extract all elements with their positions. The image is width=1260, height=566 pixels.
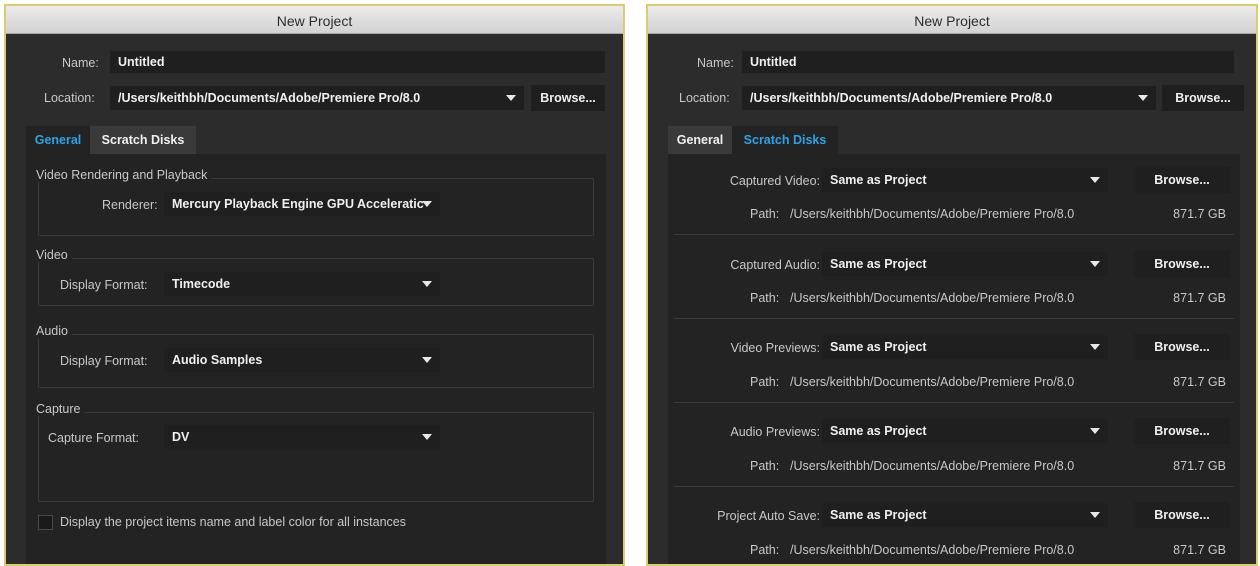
audio-previews-browse-button[interactable]: Browse... bbox=[1134, 418, 1230, 444]
captured-audio-label: Captured Audio: bbox=[730, 258, 820, 272]
video-previews-value: Same as Project bbox=[830, 340, 927, 354]
divider bbox=[674, 318, 1234, 319]
tab-scratch-disks[interactable]: Scratch Disks bbox=[732, 126, 838, 154]
triangle-down-icon bbox=[1090, 261, 1100, 267]
group-title: Video Rendering and Playback bbox=[36, 168, 212, 182]
capture-format-dropdown[interactable]: DV bbox=[164, 425, 440, 449]
renderer-value: Mercury Playback Engine GPU Acceleratic bbox=[172, 197, 424, 211]
display-items-checkbox[interactable] bbox=[38, 515, 53, 530]
tab-general[interactable]: General bbox=[668, 126, 732, 154]
location-value: /Users/keithbh/Documents/Adobe/Premiere … bbox=[750, 91, 1053, 105]
divider bbox=[674, 402, 1234, 403]
display-items-checkbox-label: Display the project items name and label… bbox=[60, 515, 407, 529]
captured-audio-value: Same as Project bbox=[830, 257, 927, 271]
capture-format-value: DV bbox=[172, 430, 190, 444]
new-project-dialog-scratch-disks: New Project Name: Untitled Location: /Us… bbox=[646, 4, 1258, 566]
triangle-down-icon bbox=[1090, 428, 1100, 434]
capture-format-label: Capture Format: bbox=[48, 431, 140, 445]
audio-previews-size: 871.7 GB bbox=[1173, 459, 1226, 473]
location-dropdown[interactable]: /Users/keithbh/Documents/Adobe/Premiere … bbox=[742, 86, 1156, 110]
video-display-format-value: Timecode bbox=[172, 277, 231, 291]
triangle-down-icon bbox=[1138, 95, 1148, 101]
name-input[interactable]: Untitled bbox=[110, 51, 605, 73]
triangle-down-icon bbox=[1090, 512, 1100, 518]
triangle-down-icon bbox=[422, 434, 432, 440]
project-auto-save-path: /Users/keithbh/Documents/Adobe/Premiere … bbox=[790, 543, 1075, 557]
triangle-down-icon bbox=[422, 281, 432, 287]
audio-display-format-label: Display Format: bbox=[60, 354, 148, 368]
project-auto-save-size: 871.7 GB bbox=[1173, 543, 1226, 557]
path-label: Path: bbox=[750, 291, 780, 305]
group-title: Capture bbox=[36, 402, 85, 416]
name-label: Name: bbox=[697, 56, 734, 70]
divider bbox=[674, 486, 1234, 487]
browse-button[interactable]: Browse... bbox=[531, 85, 605, 111]
captured-audio-size: 871.7 GB bbox=[1173, 291, 1226, 305]
path-label: Path: bbox=[750, 207, 780, 221]
video-display-format-label: Display Format: bbox=[60, 278, 148, 292]
location-label: Location: bbox=[679, 91, 730, 105]
path-label: Path: bbox=[750, 543, 780, 557]
group-title: Audio bbox=[36, 324, 72, 338]
video-previews-dropdown[interactable]: Same as Project bbox=[822, 335, 1108, 359]
name-label: Name: bbox=[62, 56, 99, 70]
captured-video-label: Captured Video: bbox=[729, 174, 820, 188]
captured-video-size: 871.7 GB bbox=[1173, 207, 1226, 221]
general-panel: Video Rendering and Playback Renderer: M… bbox=[26, 154, 606, 564]
audio-previews-path: /Users/keithbh/Documents/Adobe/Premiere … bbox=[790, 459, 1075, 473]
scratch-disks-panel: Captured Video: Same as Project Browse..… bbox=[668, 154, 1240, 564]
captured-video-path: /Users/keithbh/Documents/Adobe/Premiere … bbox=[790, 207, 1075, 221]
audio-previews-value: Same as Project bbox=[830, 424, 927, 438]
captured-audio-browse-button[interactable]: Browse... bbox=[1134, 251, 1230, 277]
triangle-down-icon bbox=[1090, 177, 1100, 183]
audio-previews-label: Audio Previews: bbox=[730, 425, 820, 439]
video-previews-size: 871.7 GB bbox=[1173, 375, 1226, 389]
triangle-down-icon bbox=[506, 95, 516, 101]
new-project-dialog-general: New Project Name: Untitled Location: /Us… bbox=[4, 4, 625, 566]
browse-button[interactable]: Browse... bbox=[1162, 85, 1244, 111]
triangle-down-icon bbox=[422, 357, 432, 363]
dialog-title: New Project bbox=[6, 4, 623, 34]
location-dropdown[interactable]: /Users/keithbh/Documents/Adobe/Premiere … bbox=[110, 86, 524, 110]
triangle-down-icon bbox=[422, 201, 432, 207]
captured-audio-path: /Users/keithbh/Documents/Adobe/Premiere … bbox=[790, 291, 1075, 305]
renderer-dropdown[interactable]: Mercury Playback Engine GPU Acceleratic bbox=[164, 192, 440, 216]
dialog-title: New Project bbox=[648, 4, 1256, 34]
divider bbox=[674, 234, 1234, 235]
triangle-down-icon bbox=[1090, 344, 1100, 350]
captured-audio-dropdown[interactable]: Same as Project bbox=[822, 252, 1108, 276]
audio-previews-dropdown[interactable]: Same as Project bbox=[822, 419, 1108, 443]
captured-video-value: Same as Project bbox=[830, 173, 927, 187]
project-auto-save-label: Project Auto Save: bbox=[717, 509, 820, 523]
captured-video-dropdown[interactable]: Same as Project bbox=[822, 168, 1108, 192]
audio-display-format-value: Audio Samples bbox=[172, 353, 263, 367]
path-label: Path: bbox=[750, 459, 780, 473]
name-input[interactable]: Untitled bbox=[742, 51, 1234, 73]
audio-display-format-dropdown[interactable]: Audio Samples bbox=[164, 348, 440, 372]
renderer-label: Renderer: bbox=[102, 198, 158, 212]
group-title: Video bbox=[36, 248, 72, 262]
project-auto-save-value: Same as Project bbox=[830, 508, 927, 522]
project-auto-save-dropdown[interactable]: Same as Project bbox=[822, 503, 1108, 527]
video-previews-path: /Users/keithbh/Documents/Adobe/Premiere … bbox=[790, 375, 1075, 389]
location-value: /Users/keithbh/Documents/Adobe/Premiere … bbox=[118, 91, 421, 105]
video-previews-label: Video Previews: bbox=[730, 341, 820, 355]
path-label: Path: bbox=[750, 375, 780, 389]
project-auto-save-browse-button[interactable]: Browse... bbox=[1134, 502, 1230, 528]
location-label: Location: bbox=[44, 91, 95, 105]
captured-video-browse-button[interactable]: Browse... bbox=[1134, 167, 1230, 193]
tab-general[interactable]: General bbox=[26, 126, 90, 154]
tab-scratch-disks[interactable]: Scratch Disks bbox=[90, 126, 196, 154]
video-display-format-dropdown[interactable]: Timecode bbox=[164, 272, 440, 296]
video-previews-browse-button[interactable]: Browse... bbox=[1134, 334, 1230, 360]
